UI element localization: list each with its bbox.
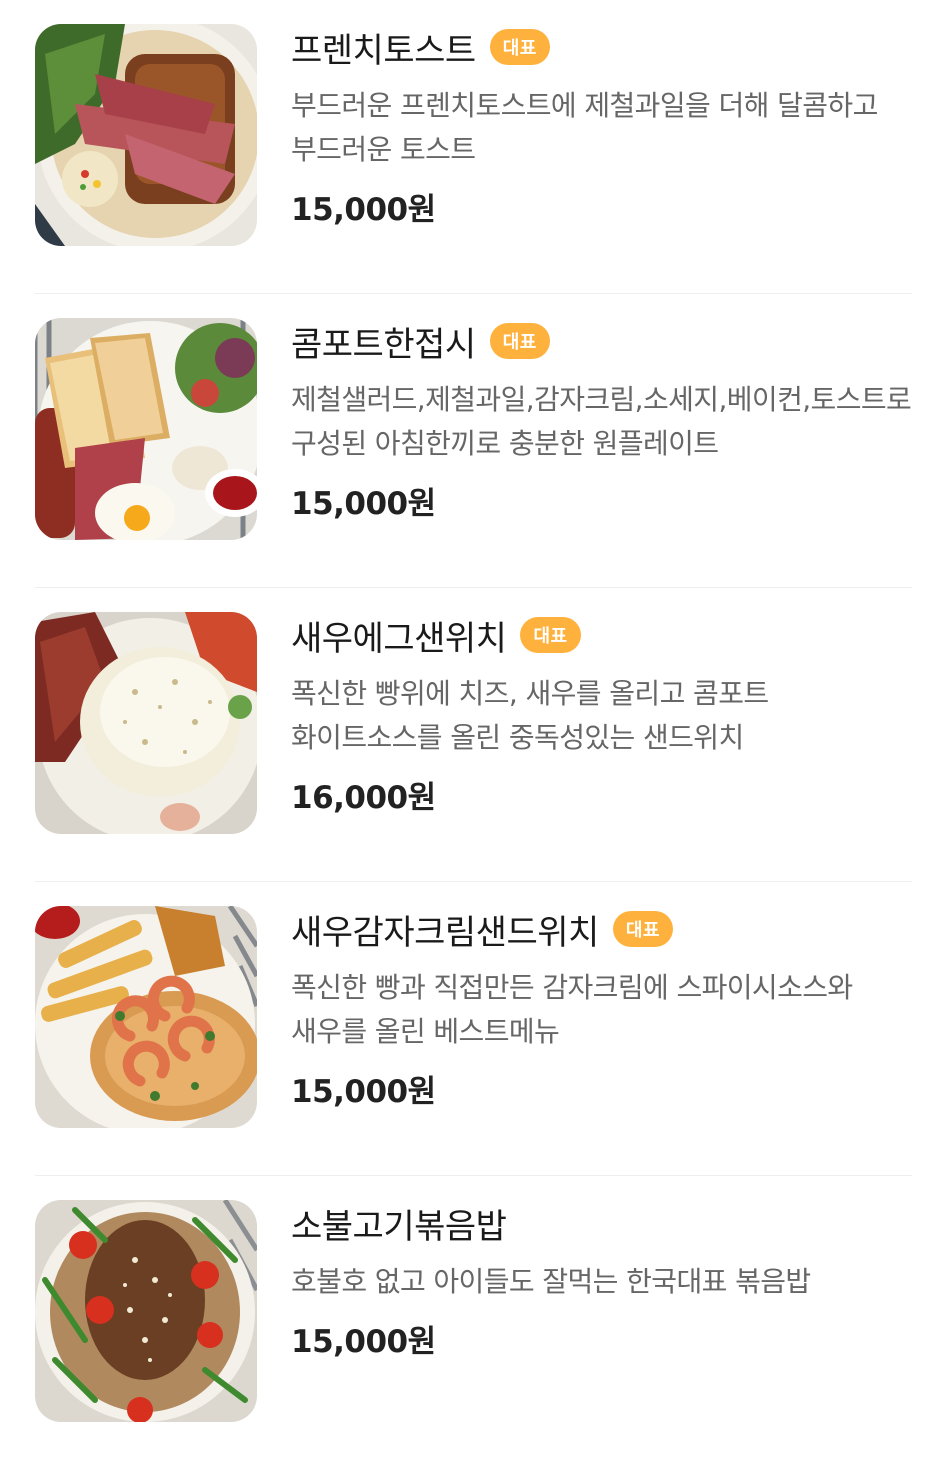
menu-item-price: 15,000원 (291, 486, 436, 522)
signature-badge: 대표 (612, 911, 673, 947)
menu-item-description: 제철샐러드,제철과일,감자크림,소세지,베이컨,토스트로 구성된 아침한끼로 충… (291, 383, 912, 460)
menu-item-name: 프렌치토스트 (291, 30, 476, 71)
signature-badge: 대표 (489, 323, 550, 359)
menu-item-info: 콤포트한접시 대표 제철샐러드,제철과일,감자크림,소세지,베이컨,토스트로 구… (291, 306, 912, 523)
menu-item-name: 소불고기볶음밥 (291, 1206, 507, 1247)
menu-item-description: 부드러운 프렌치토스트에 제철과일을 더해 달콤하고 부드러운 토스트 (291, 89, 878, 166)
menu-item-description: 호불호 없고 아이들도 잘먹는 한국대표 볶음밥 (291, 1265, 811, 1298)
shrimp-egg-sandwich-photo (35, 612, 257, 834)
french-toast-photo (35, 24, 257, 246)
shrimp-potato-cream-sandwich-photo (35, 906, 257, 1128)
menu-item-name: 새우감자크림샌드위치 (291, 912, 599, 953)
menu-item-price: 15,000원 (291, 1324, 436, 1360)
menu-item-info: 소불고기볶음밥 호불호 없고 아이들도 잘먹는 한국대표 볶음밥 15,000원 (291, 1188, 912, 1361)
menu-item-name: 새우에그샌위치 (291, 618, 507, 659)
menu-item-shrimp-egg-sandwich[interactable]: 새우에그샌위치 대표 폭신한 빵위에 치즈, 새우를 올리고 콤포트 화이트소스… (35, 588, 912, 882)
beef-bulgogi-fried-rice-photo (35, 1200, 257, 1422)
menu-list: 프렌치토스트 대표 부드러운 프렌치토스트에 제철과일을 더해 달콤하고 부드러… (0, 0, 947, 1451)
signature-badge: 대표 (520, 617, 581, 653)
menu-item-price: 15,000원 (291, 1074, 436, 1110)
menu-item-beef-bulgogi-fried-rice[interactable]: 소불고기볶음밥 호불호 없고 아이들도 잘먹는 한국대표 볶음밥 15,000원 (35, 1176, 912, 1470)
menu-item-compote-plate[interactable]: 콤포트한접시 대표 제철샐러드,제철과일,감자크림,소세지,베이컨,토스트로 구… (35, 294, 912, 588)
menu-item-info: 프렌치토스트 대표 부드러운 프렌치토스트에 제철과일을 더해 달콤하고 부드러… (291, 12, 912, 229)
signature-badge: 대표 (489, 29, 550, 65)
menu-item-price: 15,000원 (291, 192, 436, 228)
menu-item-french-toast[interactable]: 프렌치토스트 대표 부드러운 프렌치토스트에 제철과일을 더해 달콤하고 부드러… (35, 0, 912, 294)
menu-item-shrimp-potato-cream-sandwich[interactable]: 새우감자크림샌드위치 대표 폭신한 빵과 직접만든 감자크림에 스파이시소스와 … (35, 882, 912, 1176)
compote-plate-photo (35, 318, 257, 540)
menu-item-description: 폭신한 빵위에 치즈, 새우를 올리고 콤포트 화이트소스를 올린 중독성있는 … (291, 677, 769, 754)
menu-item-price: 16,000원 (291, 780, 436, 816)
menu-item-info: 새우에그샌위치 대표 폭신한 빵위에 치즈, 새우를 올리고 콤포트 화이트소스… (291, 600, 912, 817)
menu-item-description: 폭신한 빵과 직접만든 감자크림에 스파이시소스와 새우를 올린 베스트메뉴 (291, 971, 853, 1048)
menu-item-name: 콤포트한접시 (291, 324, 476, 365)
menu-item-info: 새우감자크림샌드위치 대표 폭신한 빵과 직접만든 감자크림에 스파이시소스와 … (291, 894, 912, 1111)
